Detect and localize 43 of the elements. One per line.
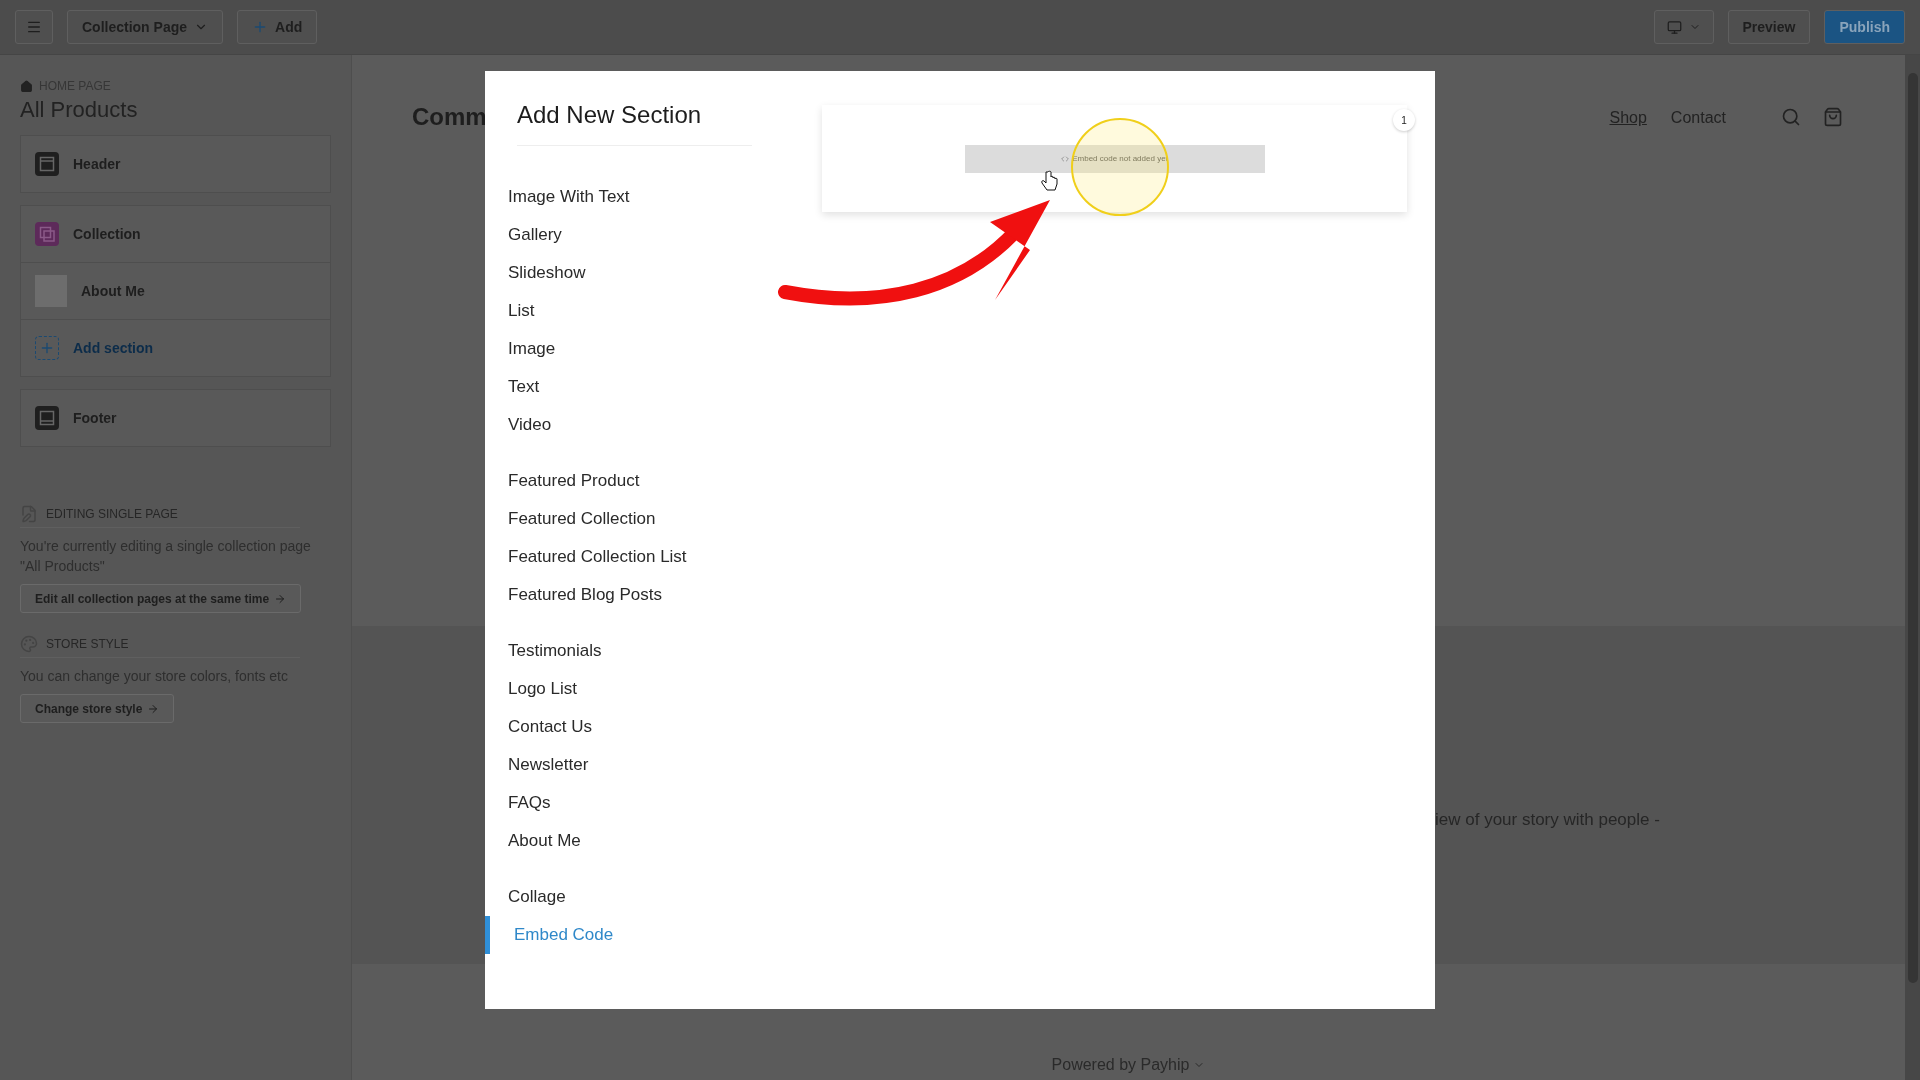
section-label: About Me: [81, 283, 145, 299]
hand-cursor-icon: [1040, 170, 1058, 194]
section-type-item[interactable]: Slideshow: [485, 254, 586, 292]
arrow-right-icon: [147, 702, 160, 715]
bag-icon[interactable]: [1823, 107, 1843, 127]
section-type-item[interactable]: Image: [485, 330, 556, 368]
section-type-item[interactable]: FAQs: [485, 784, 551, 822]
section-type-item[interactable]: Testimonials: [485, 632, 602, 670]
device-selector[interactable]: [1653, 10, 1714, 44]
code-icon: [1061, 154, 1070, 163]
add-icon[interactable]: [35, 336, 59, 360]
search-icon[interactable]: [1781, 107, 1801, 127]
collection-icon: [35, 222, 59, 246]
section-type-item[interactable]: Featured Collection: [485, 500, 656, 538]
header-layout-icon: [35, 152, 59, 176]
section-type-item[interactable]: Contact Us: [485, 708, 593, 746]
section-type-item[interactable]: Collage: [485, 878, 566, 916]
store-title: Comm: [412, 103, 487, 131]
section-type-item[interactable]: Logo List: [485, 670, 577, 708]
footer-layout-icon: [35, 406, 59, 430]
arrow-right-icon: [274, 592, 287, 605]
section-type-item[interactable]: Featured Blog Posts: [485, 576, 663, 614]
section-label: Collection: [73, 226, 141, 242]
section-type-item[interactable]: Featured Collection List: [485, 538, 687, 576]
monitor-icon: [1666, 19, 1682, 35]
menu-button[interactable]: [15, 10, 53, 44]
section-type-item[interactable]: Gallery: [485, 216, 562, 254]
dialog-title: Add New Section: [517, 101, 752, 146]
menu-icon: [26, 19, 42, 35]
section-type-item[interactable]: List: [485, 292, 535, 330]
section-label: Header: [73, 156, 121, 172]
section-label: Add section: [73, 340, 154, 356]
section-type-item[interactable]: Embed Code: [485, 916, 614, 954]
home-icon: [20, 79, 33, 93]
scrollbar[interactable]: [1905, 55, 1920, 1080]
section-type-item[interactable]: Text: [485, 368, 540, 406]
section-type-item[interactable]: Image With Text: [485, 178, 630, 216]
section-type-item[interactable]: Video: [485, 406, 552, 444]
section-type-item[interactable]: Newsletter: [485, 746, 589, 784]
section-type-item[interactable]: About Me: [485, 822, 581, 860]
count-badge: 1: [1393, 109, 1415, 131]
section-type-item[interactable]: Featured Product: [485, 462, 640, 500]
section-label: Footer: [73, 410, 117, 426]
